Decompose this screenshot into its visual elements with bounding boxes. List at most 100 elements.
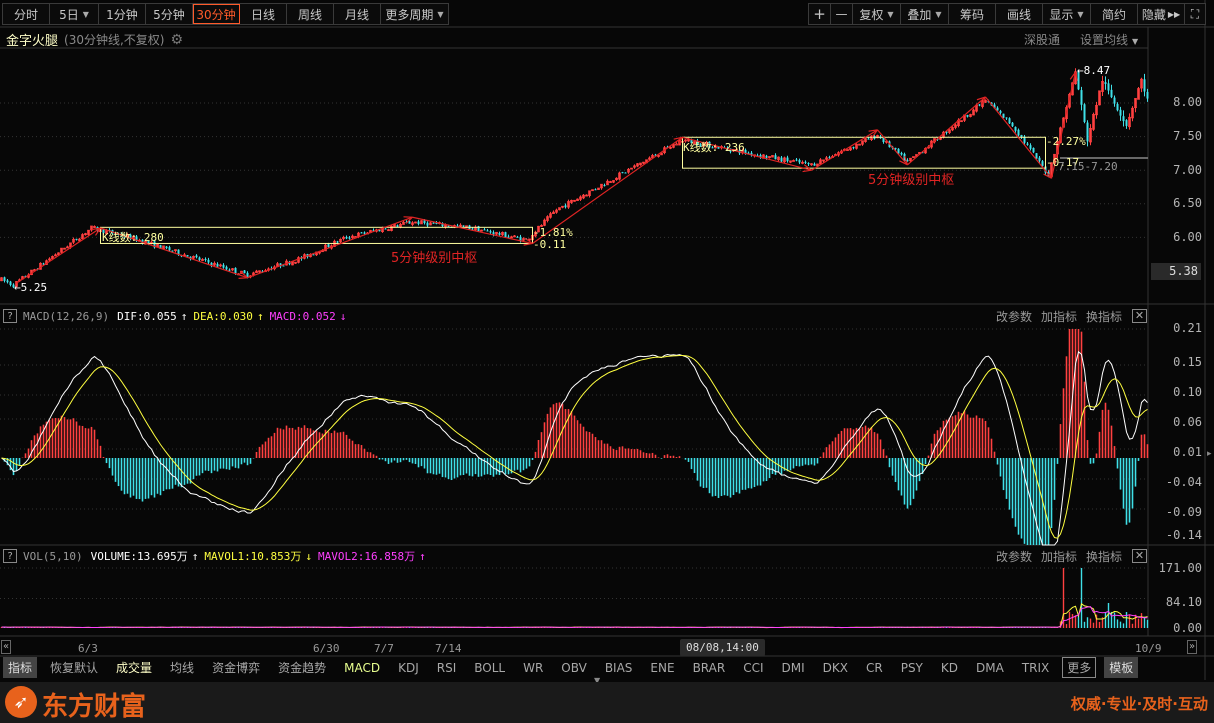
tab-5day[interactable]: 5日 ▼ (50, 4, 99, 24)
arrow-down-icon: ↓ (305, 549, 313, 563)
ind-ma[interactable]: 均线 (161, 659, 203, 676)
ind-cr[interactable]: CR (857, 661, 892, 675)
ind-trix[interactable]: TRIX (1013, 661, 1058, 675)
ind-bias[interactable]: BIAS (596, 661, 642, 675)
ind-fund-game[interactable]: 资金博弈 (203, 659, 269, 676)
zoom-out-button[interactable]: — (831, 4, 853, 24)
ind-psy[interactable]: PSY (892, 661, 932, 675)
candle (552, 211, 555, 214)
zoom-in-button[interactable]: + (809, 4, 831, 24)
ind-brar[interactable]: BRAR (684, 661, 735, 675)
candle (819, 159, 822, 165)
ind-dmi[interactable]: DMI (773, 661, 814, 675)
candle (411, 222, 414, 225)
candle (882, 137, 885, 143)
more-indicators-button[interactable]: 更多 (1062, 657, 1097, 678)
help-button[interactable]: ? (3, 309, 17, 323)
scroll-left-button[interactable]: « (1, 640, 12, 654)
box1-level-label: 5分钟级别中枢 (391, 251, 478, 266)
low-price-label: ←5.25 (14, 281, 48, 294)
vol-switch-indicator[interactable]: 换指标 (1086, 548, 1122, 565)
candle (1080, 90, 1083, 105)
candle (1038, 157, 1041, 161)
candle (1128, 116, 1131, 128)
arrow-head (871, 129, 878, 138)
candle (501, 232, 504, 236)
candle (849, 147, 852, 151)
hide-button[interactable]: 隐藏 ▶▶ (1138, 4, 1185, 24)
arrow-head (677, 136, 684, 146)
ind-cci[interactable]: CCI (734, 661, 772, 675)
tab-day[interactable]: 日线 (240, 4, 287, 24)
help-button[interactable]: ? (3, 549, 17, 563)
candle (897, 148, 900, 154)
sgt-link[interactable]: 深股通 (1024, 31, 1060, 48)
macd-switch-indicator[interactable]: 换指标 (1086, 308, 1122, 325)
overlay-button[interactable]: 叠加 ▼ (901, 4, 949, 24)
ind-wr[interactable]: WR (514, 661, 552, 675)
restore-default[interactable]: 恢复默认 (41, 659, 107, 676)
macd-change-params[interactable]: 改参数 (996, 308, 1032, 325)
display-button[interactable]: 显示 ▼ (1043, 4, 1091, 24)
template-button[interactable]: 模板 (1104, 657, 1139, 678)
candle (759, 154, 762, 158)
ind-fund-trend[interactable]: 资金趋势 (269, 659, 335, 676)
tab-month[interactable]: 月线 (334, 4, 381, 24)
fullscreen-icon: ⛶ (1190, 6, 1200, 21)
ind-kd[interactable]: KD (932, 661, 967, 675)
candle (948, 129, 951, 133)
candle (399, 223, 402, 228)
vol-change-params[interactable]: 改参数 (996, 548, 1032, 565)
candle (192, 256, 195, 259)
candle (822, 159, 825, 162)
arrow-head (899, 160, 908, 166)
close-icon[interactable]: ✕ (1132, 549, 1147, 563)
ind-ene[interactable]: ENE (641, 661, 683, 675)
candle (162, 245, 165, 250)
candle (1068, 93, 1071, 108)
candle (489, 231, 492, 233)
fullscreen-button[interactable]: ⛶ (1185, 4, 1205, 24)
ind-boll[interactable]: BOLL (465, 661, 514, 675)
price-tick: 7.00 (1173, 163, 1202, 177)
indicator-menu-tab[interactable]: 指标 (3, 657, 38, 678)
candle (246, 272, 249, 278)
tab-more-periods[interactable]: 更多周期 ▼ (381, 4, 448, 24)
ind-rsi[interactable]: RSI (428, 661, 466, 675)
candle (750, 152, 753, 156)
gear-icon[interactable]: ⚙ (170, 32, 183, 48)
set-ma-button[interactable]: 设置均线 ▼ (1080, 31, 1138, 48)
ind-dma[interactable]: DMA (967, 661, 1013, 675)
simple-button[interactable]: 简约 (1091, 4, 1138, 24)
tab-30min[interactable]: 30分钟 (193, 4, 240, 24)
tab-5min[interactable]: 5分钟 (146, 4, 193, 24)
candle (228, 269, 231, 271)
candle (783, 157, 786, 163)
scroll-right-button[interactable]: » (1187, 640, 1198, 654)
ind-kdj[interactable]: KDJ (389, 661, 428, 675)
ind-macd[interactable]: MACD (335, 661, 389, 675)
macd-add-indicator[interactable]: 加指标 (1041, 308, 1077, 325)
candle (420, 220, 423, 225)
tab-week[interactable]: 周线 (287, 4, 334, 24)
candle (189, 256, 192, 259)
arrow-up-icon: ↑ (256, 309, 264, 323)
ind-volume[interactable]: 成交量 (107, 659, 161, 676)
caret-down-icon: ▼ (1077, 9, 1084, 19)
draw-line-button[interactable]: 画线 (996, 4, 1043, 24)
btn-label: 显示 (1049, 7, 1074, 22)
tab-fenshi[interactable]: 分时 (3, 4, 50, 24)
ind-obv[interactable]: OBV (552, 661, 596, 675)
candle (891, 146, 894, 149)
fuquan-button[interactable]: 复权 ▼ (853, 4, 901, 24)
close-icon[interactable]: ✕ (1132, 309, 1147, 323)
candle (825, 157, 828, 160)
candle (231, 268, 234, 271)
vol-add-indicator[interactable]: 加指标 (1041, 548, 1077, 565)
ind-dkx[interactable]: DKX (814, 661, 857, 675)
candle (54, 254, 57, 257)
high-price: 8.47 (1083, 64, 1111, 77)
tab-1min[interactable]: 1分钟 (99, 4, 146, 24)
chips-button[interactable]: 筹码 (949, 4, 996, 24)
candle (468, 225, 471, 229)
